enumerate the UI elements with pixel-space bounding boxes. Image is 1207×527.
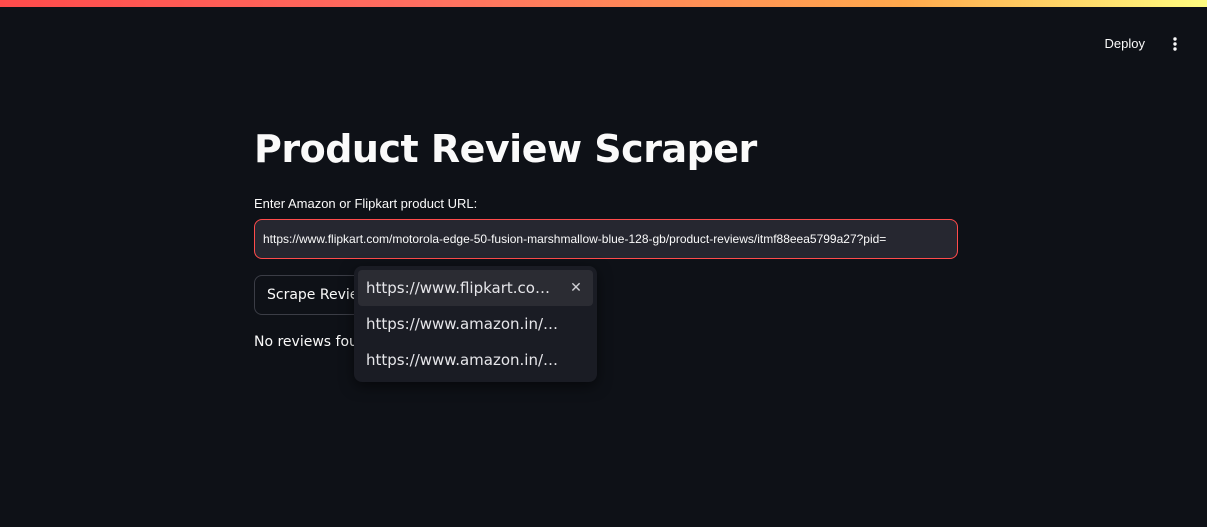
suggestion-item[interactable]: https://www.amazon.in/… [358,306,593,342]
deploy-button[interactable]: Deploy [1095,30,1155,57]
page-title: Product Review Scraper [254,127,757,171]
close-icon[interactable]: ✕ [567,279,585,297]
main-content: Product Review Scraper Enter Amazon or F… [254,120,958,350]
autocomplete-suggestions: https://www.flipkart.co… ✕ https://www.a… [354,266,597,382]
top-decoration-bar [0,0,1207,7]
status-message: No reviews four [254,334,364,350]
header-toolbar: Deploy [1095,30,1187,57]
suggestion-text: https://www.amazon.in/… [366,351,559,369]
suggestion-text: https://www.flipkart.co… [366,279,550,297]
vertical-ellipsis-icon [1173,36,1177,51]
main-menu-button[interactable] [1163,32,1187,56]
url-field-label: Enter Amazon or Flipkart product URL: [254,196,478,211]
product-url-input[interactable] [254,219,958,259]
suggestion-text: https://www.amazon.in/… [366,315,559,333]
suggestion-item[interactable]: https://www.flipkart.co… ✕ [358,270,593,306]
suggestion-item[interactable]: https://www.amazon.in/… [358,342,593,378]
